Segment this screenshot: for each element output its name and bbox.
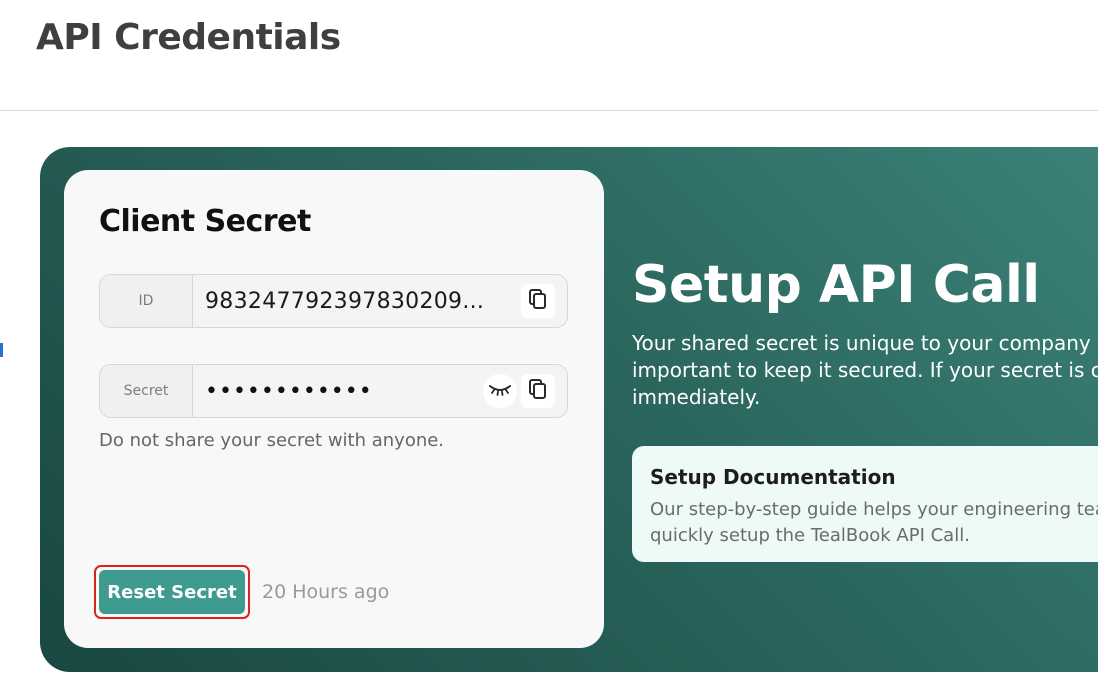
client-secret-label: Secret	[100, 365, 193, 417]
client-secret-card: Client Secret ID 983247792397830209... S…	[64, 170, 604, 648]
client-id-value[interactable]: 983247792397830209...	[193, 275, 521, 327]
doc-description-line: Our step-by-step guide helps your engine…	[650, 499, 1098, 520]
client-secret-value[interactable]: ••••••••••••	[193, 365, 483, 417]
copy-icon	[528, 378, 548, 404]
setup-documentation-title: Setup Documentation	[650, 465, 896, 489]
setup-description-line: immediately.	[632, 385, 761, 409]
setup-documentation-card[interactable]: Setup Documentation Our step-by-step gui…	[632, 446, 1098, 562]
client-id-field: ID 983247792397830209...	[99, 274, 568, 328]
secret-warning-text: Do not share your secret with anyone.	[99, 430, 445, 451]
copy-secret-button[interactable]	[521, 374, 555, 408]
client-id-label: ID	[100, 275, 193, 327]
reset-secret-button[interactable]: Reset Secret	[99, 570, 245, 614]
copy-icon	[528, 288, 548, 314]
edge-marker	[0, 343, 3, 357]
client-secret-actions	[483, 365, 567, 417]
client-id-actions	[521, 275, 567, 327]
page-title: API Credentials	[36, 17, 341, 58]
last-reset-time: 20 Hours ago	[262, 581, 390, 603]
header-divider	[0, 110, 1098, 111]
doc-description-line: quickly setup the TealBook API Call.	[650, 525, 970, 546]
client-secret-title: Client Secret	[99, 204, 311, 239]
setup-api-description: Your shared secret is unique to your com…	[632, 330, 1098, 412]
setup-description-line: Your shared secret is unique to your com…	[632, 331, 1091, 355]
eye-closed-icon	[488, 381, 512, 401]
reset-secret-highlight: Reset Secret	[94, 565, 250, 619]
client-secret-field: Secret ••••••••••••	[99, 364, 568, 418]
setup-documentation-description: Our step-by-step guide helps your engine…	[650, 497, 1098, 549]
toggle-secret-visibility-button[interactable]	[483, 374, 517, 408]
setup-description-line: important to keep it secured. If your se…	[632, 358, 1098, 382]
setup-api-title: Setup API Call	[632, 255, 1040, 315]
copy-id-button[interactable]	[521, 284, 555, 318]
